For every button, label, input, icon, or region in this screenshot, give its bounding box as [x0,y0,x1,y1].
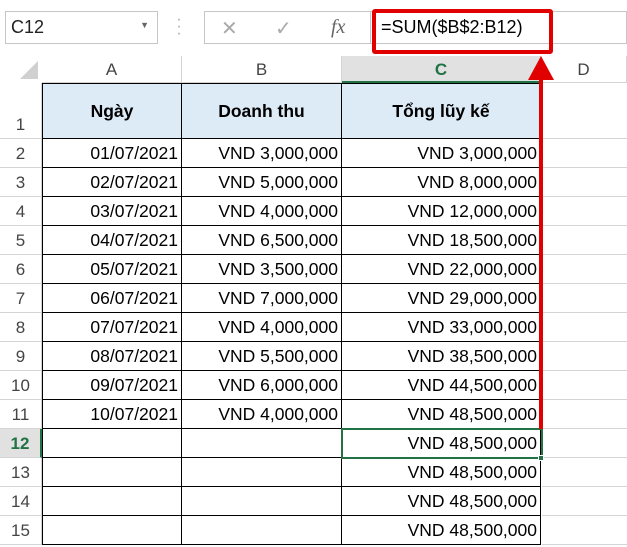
table-cell[interactable]: VND 48,500,000 [342,516,541,545]
table-cell[interactable]: 01/07/2021 [42,139,182,168]
row-header[interactable]: 13 [0,458,42,487]
empty-cell-d[interactable] [542,168,627,197]
header-cell[interactable]: Ngày [42,83,182,139]
table-cell[interactable]: VND 3,000,000 [342,139,541,168]
table-cell[interactable]: VND 22,000,000 [342,255,541,284]
table-cell[interactable]: 02/07/2021 [42,168,182,197]
table-cell[interactable]: 08/07/2021 [42,342,182,371]
formula-highlight-box [372,9,553,54]
table-cell[interactable] [42,487,182,516]
row-header[interactable]: 11 [0,400,42,429]
empty-cell-d[interactable] [542,400,627,429]
table-cell[interactable]: VND 12,000,000 [342,197,541,226]
empty-cell-d[interactable] [542,342,627,371]
arrow-line [539,78,543,429]
table-cell[interactable]: 04/07/2021 [42,226,182,255]
table-cell[interactable] [182,487,342,516]
table-cell[interactable]: VND 48,500,000 [342,458,541,487]
table-cell[interactable]: VND 38,500,000 [342,342,541,371]
table-cell[interactable] [42,516,182,545]
table-cell[interactable]: VND 18,500,000 [342,226,541,255]
row-header[interactable]: 2 [0,139,42,168]
table-cell[interactable]: VND 48,500,000 [342,487,541,516]
table-cell[interactable]: 06/07/2021 [42,284,182,313]
empty-cell-d[interactable] [542,516,627,545]
fill-handle[interactable] [538,455,544,461]
table-cell[interactable] [182,458,342,487]
enter-icon[interactable]: ✓ [275,16,292,41]
row-header[interactable]: 9 [0,342,42,371]
insert-function-icon[interactable]: fx [331,16,345,39]
table-cell[interactable]: VND 3,500,000 [182,255,342,284]
empty-cell-d[interactable] [542,429,627,458]
empty-cell-d[interactable] [542,371,627,400]
table-cell[interactable]: 07/07/2021 [42,313,182,342]
table-cell[interactable] [42,429,182,458]
table-cell[interactable]: VND 4,000,000 [182,400,342,429]
header-cell[interactable]: Doanh thu [182,83,342,139]
chevron-down-icon[interactable]: ▼ [140,20,149,30]
table-cell[interactable]: VND 48,500,000 [342,400,541,429]
table-cell[interactable]: VND 29,000,000 [342,284,541,313]
active-cell-border [341,428,543,459]
name-box[interactable]: C12 ▼ [5,11,158,44]
table-cell[interactable] [182,429,342,458]
empty-cell-d[interactable] [542,83,627,139]
table-cell[interactable]: 05/07/2021 [42,255,182,284]
formula-buttons: ✕ ✓ fx [204,11,370,44]
row-header[interactable]: 14 [0,487,42,516]
row-header[interactable]: 3 [0,168,42,197]
empty-cell-d[interactable] [542,197,627,226]
arrow-up-icon [528,56,554,80]
empty-cell-d[interactable] [542,139,627,168]
table-cell[interactable]: VND 6,000,000 [182,371,342,400]
row-header[interactable]: 4 [0,197,42,226]
row-header[interactable]: 5 [0,226,42,255]
row-header[interactable]: 8 [0,313,42,342]
table-cell[interactable]: VND 3,000,000 [182,139,342,168]
table-cell[interactable]: VND 6,500,000 [182,226,342,255]
empty-cell-d[interactable] [542,458,627,487]
name-box-value: C12 [11,17,45,37]
row-header[interactable]: 15 [0,516,42,545]
table-cell[interactable] [42,458,182,487]
row-header[interactable]: 1 [0,83,42,139]
table-cell[interactable]: 03/07/2021 [42,197,182,226]
drag-handle-icon[interactable]: · · · [176,12,182,42]
table-cell[interactable]: VND 5,000,000 [182,168,342,197]
empty-cell-d[interactable] [542,255,627,284]
empty-cell-d[interactable] [542,313,627,342]
table-cell[interactable]: 09/07/2021 [42,371,182,400]
column-header-a[interactable]: A [42,56,182,83]
table-cell[interactable]: VND 33,000,000 [342,313,541,342]
row-header[interactable]: 10 [0,371,42,400]
table-cell[interactable]: VND 7,000,000 [182,284,342,313]
select-all-button[interactable] [0,56,42,83]
empty-cell-d[interactable] [542,487,627,516]
empty-cell-d[interactable] [542,284,627,313]
empty-cell-d[interactable] [542,226,627,255]
table-cell[interactable] [182,516,342,545]
table-cell[interactable]: VND 5,500,000 [182,342,342,371]
row-header[interactable]: 6 [0,255,42,284]
table-cell[interactable]: VND 4,000,000 [182,313,342,342]
table-cell[interactable]: VND 4,000,000 [182,197,342,226]
table-cell[interactable]: VND 8,000,000 [342,168,541,197]
column-header-c[interactable]: C [342,56,541,83]
row-header[interactable]: 12 [0,429,42,458]
table-cell[interactable]: VND 44,500,000 [342,371,541,400]
row-header[interactable]: 7 [0,284,42,313]
table-cell[interactable]: 10/07/2021 [42,400,182,429]
cancel-icon[interactable]: ✕ [221,16,238,41]
header-cell[interactable]: Tổng lũy kế [342,83,541,139]
column-header-b[interactable]: B [182,56,342,83]
